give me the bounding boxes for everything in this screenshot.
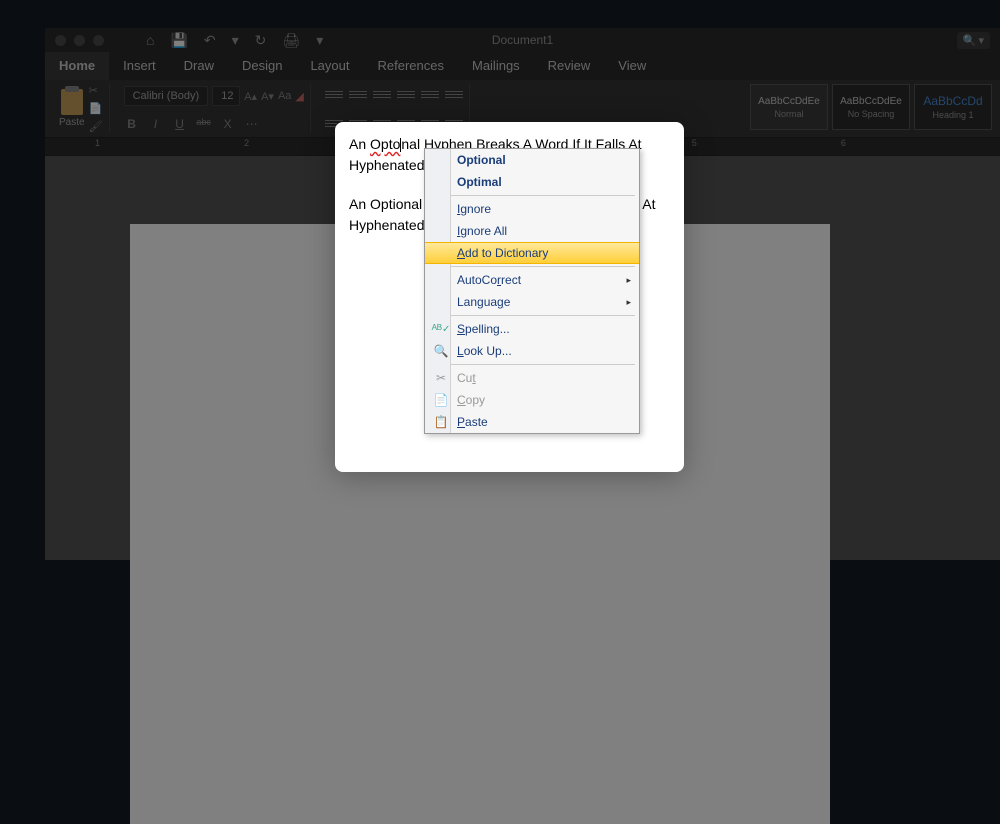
strike-button[interactable]: abc xyxy=(196,117,212,131)
document-title: Document1 xyxy=(492,33,553,47)
style-heading-1[interactable]: AaBbCcDd Heading 1 xyxy=(914,84,992,130)
context-menu: Optional Optimal Ignore Ignore All Add t… xyxy=(424,148,640,434)
numbering-icon[interactable] xyxy=(349,86,367,102)
tab-view[interactable]: View xyxy=(604,52,660,80)
clear-format-icon[interactable]: Aa xyxy=(278,90,291,102)
underline-button[interactable]: U xyxy=(172,117,188,131)
cut-mini-icon[interactable]: ✂ xyxy=(89,84,103,98)
separator xyxy=(429,364,635,365)
search-icon: 🔍 xyxy=(963,34,977,47)
text: Hyphenated xyxy=(349,217,425,233)
copy-mini-icon[interactable]: 📄 xyxy=(89,102,103,116)
suggestion-optimal[interactable]: Optimal xyxy=(425,171,639,193)
style-gallery: AaBbCcDdEe Normal AaBbCcDdEe No Spacing … xyxy=(750,84,992,133)
tab-draw[interactable]: Draw xyxy=(170,52,228,80)
text: Hyphenated xyxy=(349,157,425,173)
more-format-button[interactable]: ⋯ xyxy=(244,117,260,131)
paste-label: Paste xyxy=(59,117,85,128)
submenu-arrow-icon: ▸ xyxy=(626,275,631,286)
language-item[interactable]: Language▸ xyxy=(425,291,639,313)
lookup-icon: 🔍 xyxy=(433,343,449,359)
grow-font-icon[interactable]: A▴ xyxy=(244,90,257,103)
refresh-icon[interactable]: ↻ xyxy=(255,32,267,49)
italic-button[interactable]: I xyxy=(148,117,164,131)
text: An Optional xyxy=(349,196,422,212)
paste-item[interactable]: 📋Paste xyxy=(425,411,639,433)
submenu-arrow-icon: ▸ xyxy=(626,297,631,308)
lookup-item[interactable]: 🔍Look Up... xyxy=(425,340,639,362)
tab-review[interactable]: Review xyxy=(534,52,605,80)
subscript-button[interactable]: X xyxy=(220,117,236,131)
style-no-spacing[interactable]: AaBbCcDdEe No Spacing xyxy=(832,84,910,130)
indent-left-icon[interactable] xyxy=(397,86,415,102)
bold-button[interactable]: B xyxy=(124,117,140,131)
suggestion-optional[interactable]: Optional xyxy=(425,149,639,171)
tab-home[interactable]: Home xyxy=(45,52,109,80)
clipboard-icon xyxy=(61,89,83,115)
add-to-dictionary-item[interactable]: Add to Dictionary xyxy=(425,242,639,264)
tab-design[interactable]: Design xyxy=(228,52,296,80)
save-icon[interactable]: 💾 xyxy=(170,32,187,49)
autocorrect-item[interactable]: AutoCorrect▸ xyxy=(425,269,639,291)
spelling-error[interactable]: Opto xyxy=(370,136,400,152)
paste-button[interactable]: Paste xyxy=(59,89,85,128)
indent-right-icon[interactable] xyxy=(421,86,439,102)
spellcheck-icon: ᴬᴮ✓ xyxy=(433,321,449,337)
copy-item: 📄Copy xyxy=(425,389,639,411)
home-icon[interactable]: ⌂ xyxy=(146,32,154,48)
qat-more-icon[interactable]: ▾ xyxy=(316,32,323,49)
font-size-select[interactable]: 12 xyxy=(212,86,240,106)
cut-item: ✂Cut xyxy=(425,367,639,389)
format-painter-icon[interactable]: 🖌 xyxy=(89,120,103,134)
ignore-all-item[interactable]: Ignore All xyxy=(425,220,639,242)
ignore-item[interactable]: Ignore xyxy=(425,198,639,220)
search-chevron-icon: ▾ xyxy=(978,34,984,47)
shrink-font-icon[interactable]: A▾ xyxy=(261,90,274,103)
paste-icon: 📋 xyxy=(433,414,449,430)
tab-mailings[interactable]: Mailings xyxy=(458,52,534,80)
undo-chevron-icon[interactable]: ▾ xyxy=(232,32,239,49)
bullets-icon[interactable] xyxy=(325,86,343,102)
separator xyxy=(429,195,635,196)
highlight-icon[interactable]: ◢ xyxy=(295,90,303,103)
search-box[interactable]: 🔍 ▾ xyxy=(957,32,990,49)
text: nal xyxy=(401,136,420,152)
font-name-select[interactable]: Calibri (Body) xyxy=(124,86,209,106)
undo-icon[interactable]: ↶ xyxy=(204,32,216,49)
sort-icon[interactable] xyxy=(445,86,463,102)
style-normal[interactable]: AaBbCcDdEe Normal xyxy=(750,84,828,130)
separator xyxy=(429,315,635,316)
tab-references[interactable]: References xyxy=(364,52,458,80)
print-icon[interactable]: 🖨 xyxy=(282,32,300,49)
multilevel-icon[interactable] xyxy=(373,86,391,102)
window-controls[interactable] xyxy=(55,35,104,46)
copy-icon: 📄 xyxy=(433,392,449,408)
ribbon-tabs: Home Insert Draw Design Layout Reference… xyxy=(45,52,1000,80)
tab-insert[interactable]: Insert xyxy=(109,52,170,80)
tab-layout[interactable]: Layout xyxy=(296,52,363,80)
spelling-item[interactable]: ᴬᴮ✓Spelling... xyxy=(425,318,639,340)
text: An xyxy=(349,136,370,152)
scissors-icon: ✂ xyxy=(433,370,449,386)
separator xyxy=(429,266,635,267)
